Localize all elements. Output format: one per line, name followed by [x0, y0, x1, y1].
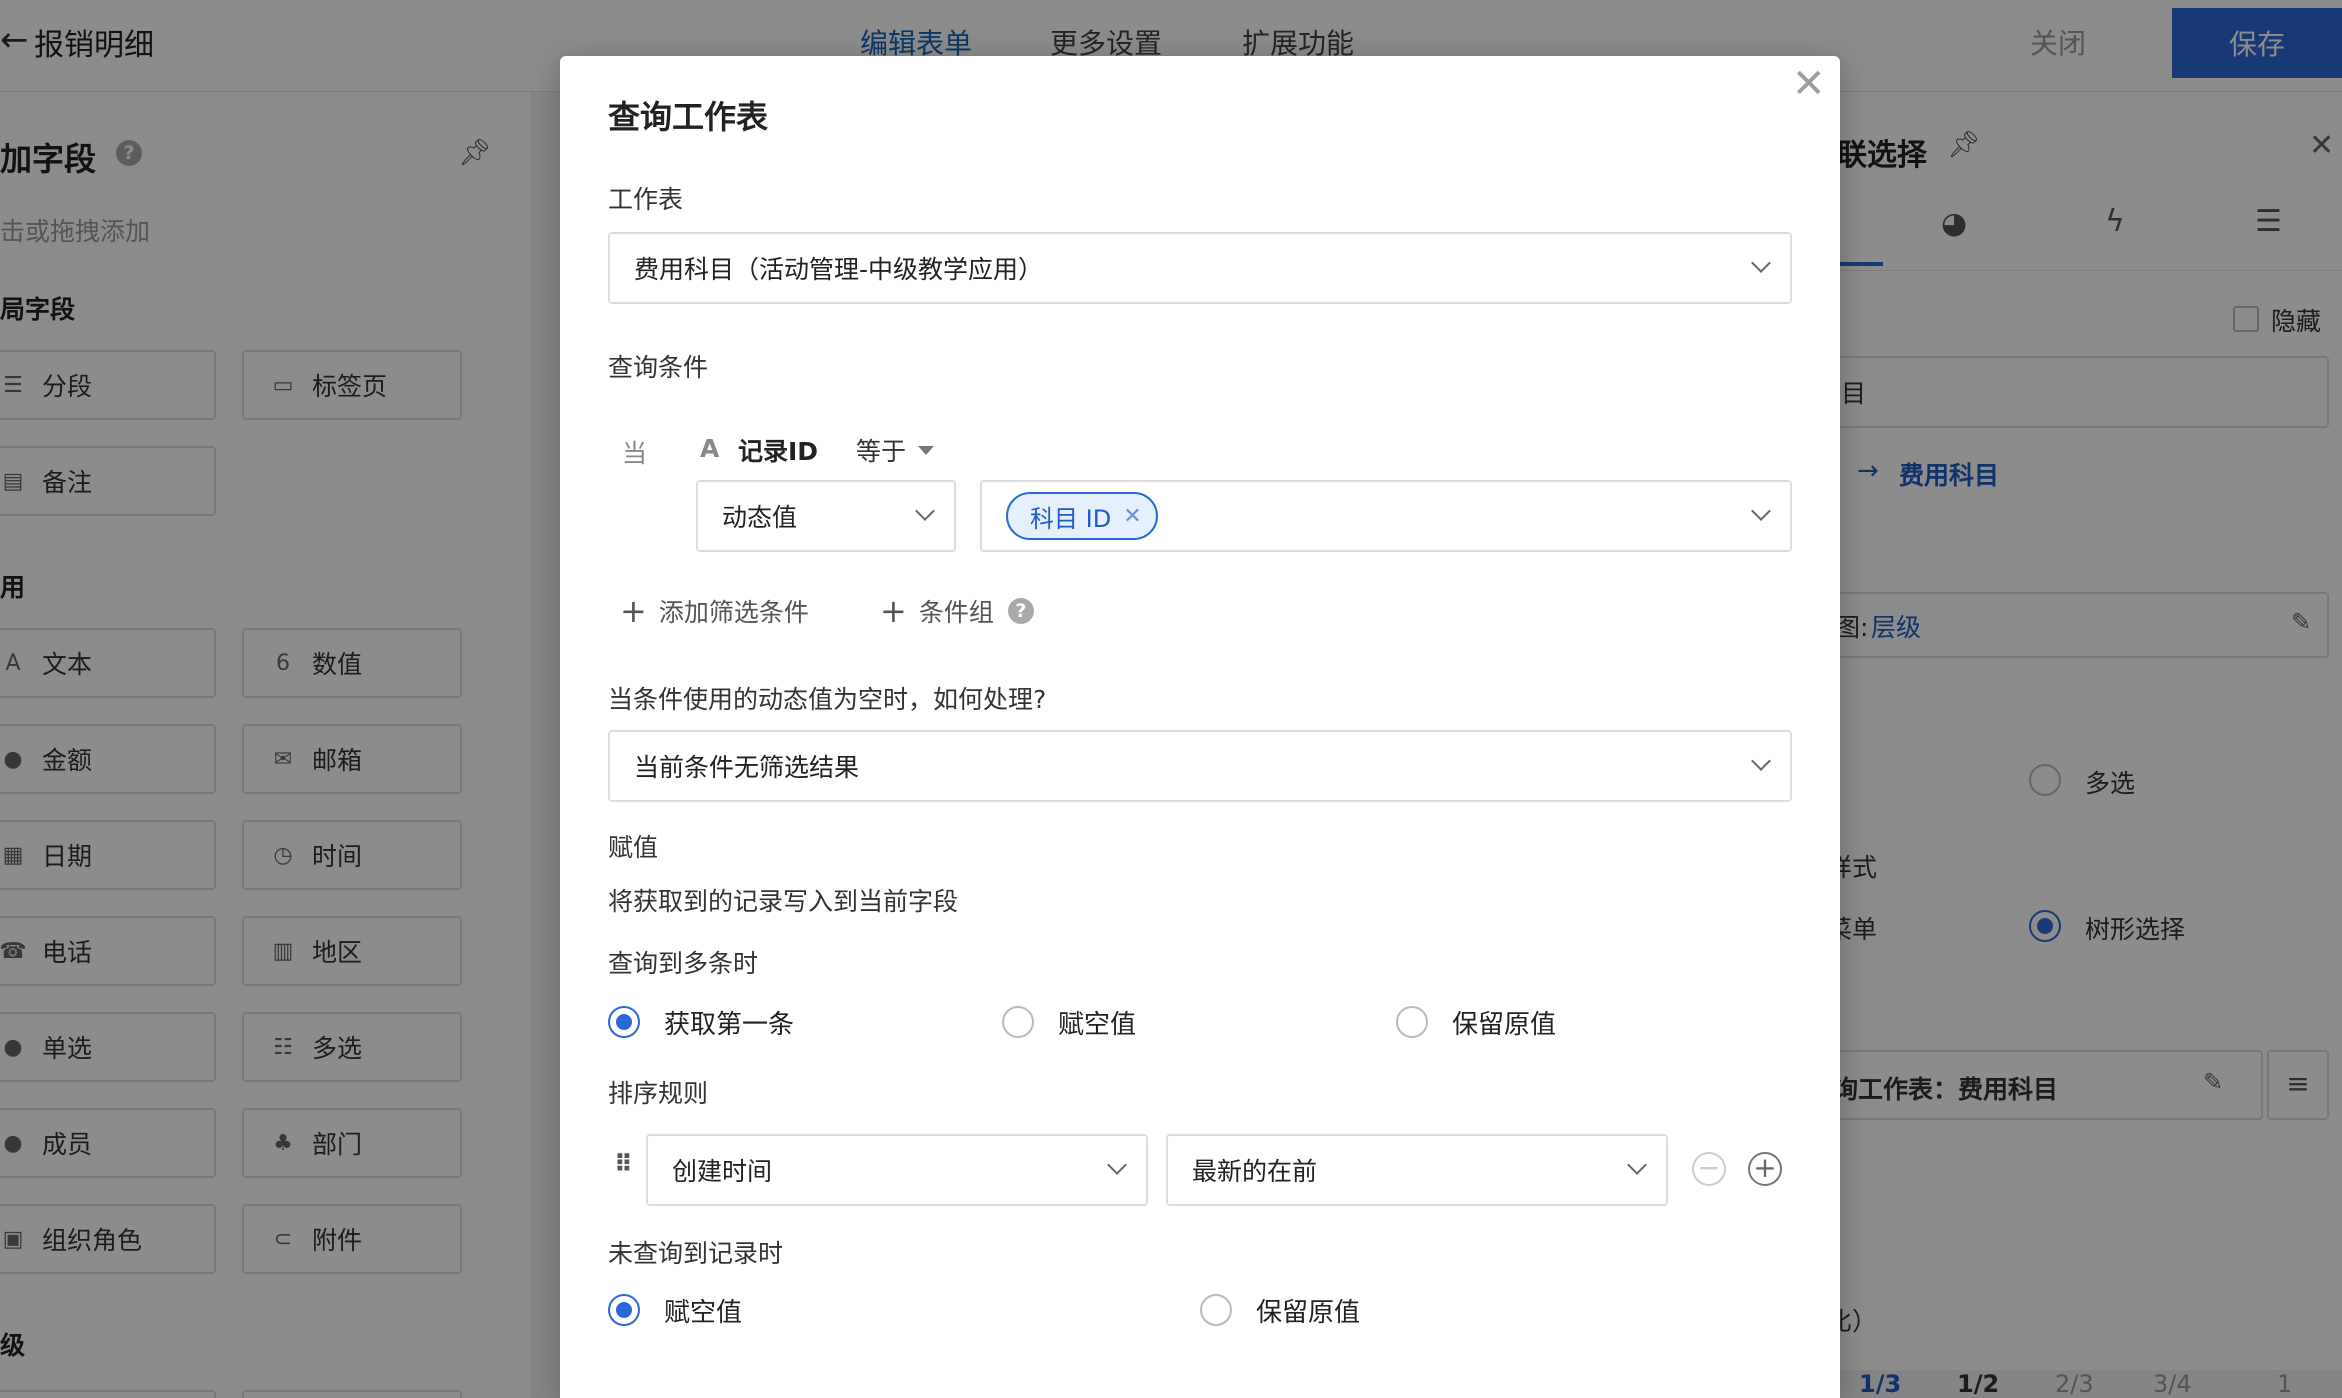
multi-first-radio[interactable]	[608, 1006, 640, 1038]
notfound-empty-radio[interactable]	[608, 1294, 640, 1326]
add-sort-icon[interactable]: +	[1748, 1152, 1782, 1186]
multi-empty-label: 赋空值	[1058, 1010, 1137, 1040]
chevron-down-icon	[1751, 501, 1771, 521]
chevron-down-icon	[1751, 751, 1771, 771]
empty-value-question: 当条件使用的动态值为空时，如何处理?	[608, 685, 1047, 714]
plus-icon: +	[880, 592, 907, 630]
notfound-keep-label: 保留原值	[1256, 1298, 1361, 1328]
worksheet-select[interactable]: 费用科目（活动管理-中级教学应用）	[608, 232, 1792, 304]
add-filter-button[interactable]: + 添加筛选条件	[620, 592, 809, 630]
multi-empty-radio[interactable]	[1002, 1006, 1034, 1038]
multi-result-label: 查询到多条时	[608, 949, 759, 978]
notfound-empty-label: 赋空值	[664, 1298, 743, 1328]
close-icon[interactable]: ✕	[1792, 64, 1826, 104]
not-found-label: 未查询到记录时	[608, 1239, 784, 1268]
value-type-select[interactable]: 动态值	[696, 480, 956, 552]
chevron-down-icon	[1107, 1155, 1127, 1175]
dynamic-value-select[interactable]: 科目 ID ✕	[980, 480, 1792, 552]
empty-value-select[interactable]: 当前条件无筛选结果	[608, 730, 1792, 802]
sort-rule-label: 排序规则	[608, 1079, 709, 1108]
drag-handle-icon[interactable]: ⠿	[614, 1152, 633, 1176]
multi-keep-radio[interactable]	[1396, 1006, 1428, 1038]
query-worksheet-dialog: ✕ 查询工作表 工作表 费用科目（活动管理-中级教学应用） 查询条件 当 A 记…	[560, 56, 1840, 1398]
worksheet-label: 工作表	[608, 185, 684, 214]
condition-field-name: 记录ID	[738, 437, 819, 466]
assign-label: 赋值	[608, 833, 659, 862]
plus-icon: +	[620, 592, 647, 630]
chevron-down-icon	[1751, 253, 1771, 273]
text-field-icon: A	[700, 434, 720, 463]
when-label: 当	[622, 439, 648, 468]
notfound-keep-radio[interactable]	[1200, 1294, 1232, 1326]
chevron-down-icon	[1627, 1155, 1647, 1175]
help-icon[interactable]: ?	[1007, 598, 1034, 624]
add-condition-group-button[interactable]: + 条件组 ?	[880, 592, 1034, 630]
multi-first-label: 获取第一条	[664, 1010, 795, 1040]
sort-order-select[interactable]: 最新的在前	[1166, 1134, 1668, 1206]
worksheet-value: 费用科目（活动管理-中级教学应用）	[634, 255, 1044, 284]
chevron-down-icon	[915, 501, 935, 521]
value-tag[interactable]: 科目 ID ✕	[1006, 492, 1158, 540]
dialog-title: 查询工作表	[608, 98, 769, 136]
sort-field-select[interactable]: 创建时间	[646, 1134, 1148, 1206]
assign-description: 将获取到的记录写入到当前字段	[608, 887, 959, 916]
remove-sort-icon[interactable]: −	[1692, 1152, 1726, 1186]
operator-select[interactable]: 等于	[856, 432, 935, 468]
tag-remove-icon[interactable]: ✕	[1123, 504, 1141, 529]
conditions-label: 查询条件	[608, 353, 709, 382]
multi-keep-label: 保留原值	[1452, 1010, 1557, 1040]
caret-down-icon	[918, 445, 935, 455]
